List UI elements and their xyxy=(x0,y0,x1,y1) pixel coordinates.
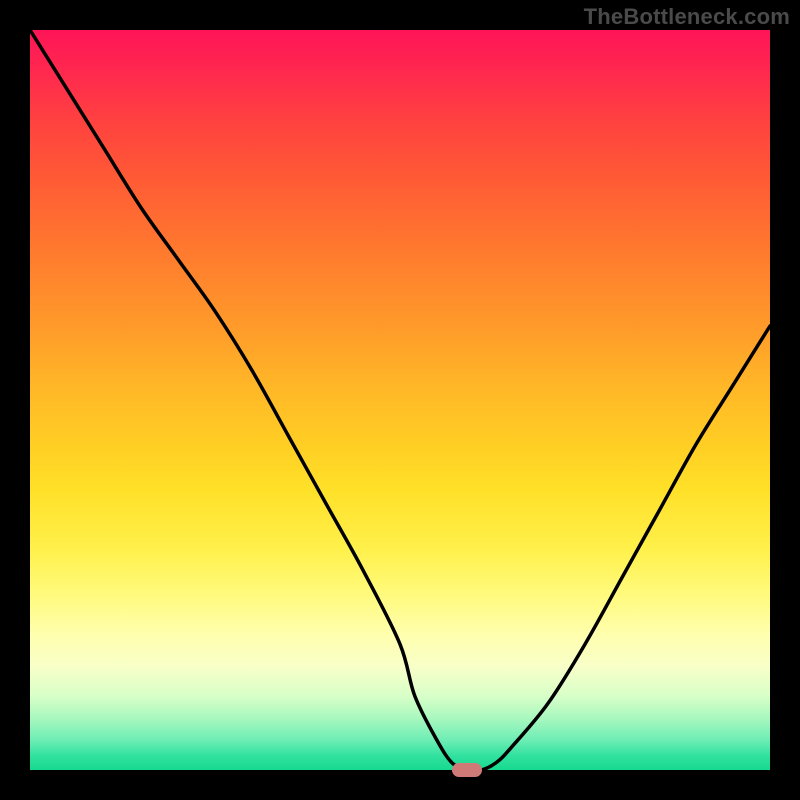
plot-area xyxy=(30,30,770,770)
watermark-text: TheBottleneck.com xyxy=(584,4,790,30)
optimal-marker xyxy=(452,763,482,777)
chart-frame: TheBottleneck.com xyxy=(0,0,800,800)
bottleneck-curve xyxy=(30,30,770,770)
curve-path xyxy=(30,30,770,770)
